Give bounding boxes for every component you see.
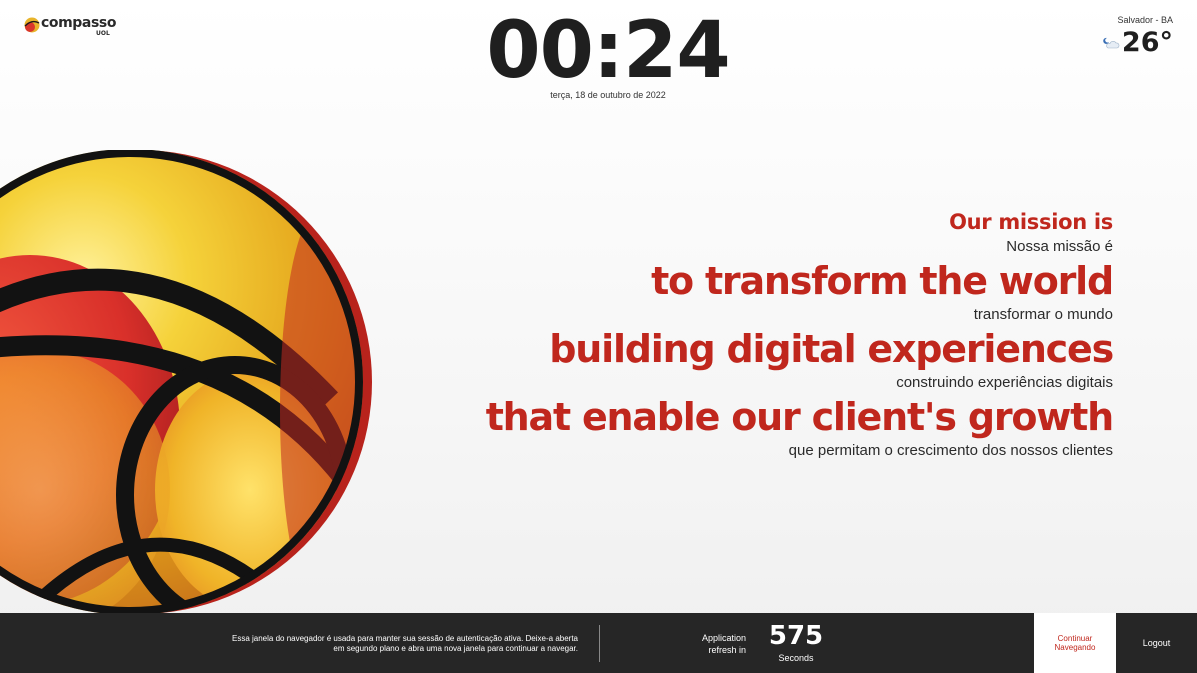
mission-line-3-en: building digital experiences [549,327,1114,371]
mission-line-2-pt: transformar o mundo [973,306,1113,323]
refresh-countdown: 575 [768,621,824,651]
mission-line-1-pt: Nossa missão é [1006,238,1113,255]
brand-name: compasso [41,15,117,31]
session-footer: Essa janela do navegador é usada para ma… [0,613,1197,673]
brand-sub: UOL [96,30,110,37]
logout-button[interactable]: Logout [1116,613,1197,673]
continue-browsing-label: Continuar Navegando [1054,634,1096,652]
clock-date: terça, 18 de outubro de 2022 [550,90,666,100]
weather-temperature: 26° [1121,27,1173,58]
compasso-uol-logo: compasso UOL [24,15,124,41]
night-cloud-icon [1103,37,1120,49]
mission-statement: Our mission is Nossa missão é to transfo… [393,208,1115,462]
footer-divider [599,625,600,662]
continue-browsing-button[interactable]: Continuar Navegando [1034,613,1116,673]
mission-line-2-en: to transform the world [651,259,1114,303]
mission-line-1-en: Our mission is [949,210,1113,234]
uol-sphere-logo-icon [24,17,40,33]
countdown-unit: Seconds [778,653,814,663]
uol-sphere-graphic [0,150,372,615]
mission-line-3-pt: construindo experiências digitais [896,374,1113,391]
weather-city: Salvador - BA [1117,15,1173,25]
weather-widget: Salvador - BA 26° [1053,15,1173,58]
weather-row: 26° [1053,28,1173,58]
session-message: Essa janela do navegador é usada para ma… [232,634,578,653]
mission-line-4-en: that enable our client's growth [485,395,1115,439]
logout-label: Logout [1142,638,1171,648]
mission-line-4-pt: que permitam o crescimento dos nossos cl… [788,442,1113,459]
clock-time: 00:24 [486,6,730,96]
refresh-label: Application refresh in [701,633,746,655]
